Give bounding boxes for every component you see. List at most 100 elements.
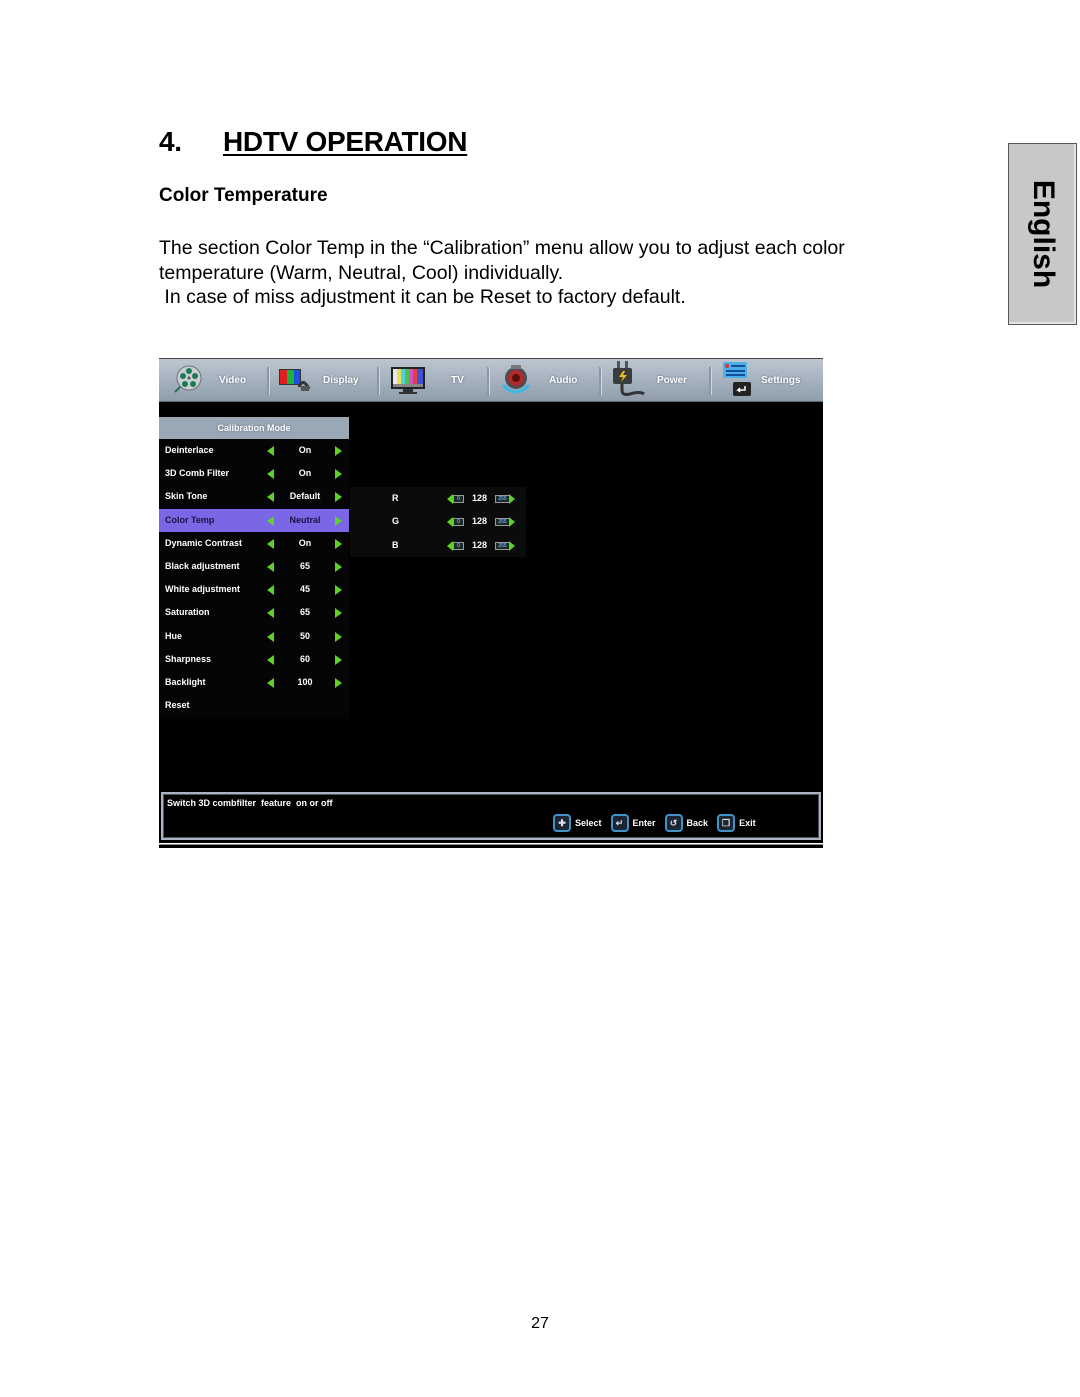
- paragraph-line: temperature (Warm, Neutral, Cool) indivi…: [159, 261, 564, 284]
- tab-label: Video: [219, 374, 247, 386]
- tab-label: Settings: [761, 374, 801, 386]
- gain-value: 128: [472, 516, 488, 527]
- tab-label: Display: [323, 374, 359, 386]
- arrow-left-icon[interactable]: [267, 654, 274, 665]
- arrow-left-icon[interactable]: [267, 492, 274, 503]
- menu-item-dynamic-contrast[interactable]: Dynamic Contrast On: [159, 532, 349, 555]
- rgb-gain-row-r[interactable]: R 0 128 255: [350, 487, 526, 510]
- channel-label: G: [392, 516, 400, 527]
- menu-item-label: Sharpness: [165, 653, 212, 664]
- gain-value: 128: [472, 493, 488, 503]
- screenshot-bottom-border: [159, 844, 823, 848]
- channel-label: B: [392, 539, 399, 550]
- min-value-icon: 0: [453, 541, 464, 550]
- rgb-gain-panel: R 0 128 255 G 0 128 255 B 0 128 255: [350, 487, 526, 557]
- tab-separator: [599, 367, 602, 395]
- rgb-gain-row-g[interactable]: G 0 128 255: [350, 510, 526, 533]
- arrow-left-icon[interactable]: [267, 446, 274, 456]
- arrow-right-icon[interactable]: [335, 677, 342, 688]
- arrow-right-icon[interactable]: [335, 492, 342, 503]
- key-label-enter: Enter: [632, 818, 656, 828]
- tab-display[interactable]: Display: [277, 359, 377, 401]
- menu-item-label: Deinterlace: [165, 445, 214, 455]
- arrow-left-icon[interactable]: [267, 608, 274, 619]
- menu-title: Calibration Mode: [159, 417, 349, 439]
- film-reel-icon: [174, 365, 202, 393]
- menu-item-label: Black adjustment: [165, 560, 240, 571]
- settings-list-icon: [723, 362, 751, 396]
- menu-item-reset[interactable]: Reset: [159, 694, 349, 717]
- increase-arrow-icon[interactable]: [509, 494, 515, 504]
- arrow-right-icon[interactable]: [335, 515, 342, 526]
- increase-arrow-icon[interactable]: [509, 540, 515, 551]
- menu-item-deinterlace[interactable]: Deinterlace On: [159, 439, 349, 462]
- language-tab: English: [1008, 143, 1077, 325]
- arrow-right-icon[interactable]: [335, 561, 342, 572]
- menu-item-value: On: [298, 537, 312, 548]
- paragraph-line: In case of miss adjustment it can be Res…: [159, 286, 686, 308]
- menu-item-skin-tone[interactable]: Skin Tone Default: [159, 485, 349, 508]
- menu-item-backlight[interactable]: Backlight 100: [159, 671, 349, 694]
- arrow-left-icon[interactable]: [267, 515, 274, 526]
- min-value-icon: 0: [453, 495, 464, 503]
- menu-item-white-adjustment[interactable]: White adjustment 45: [159, 578, 349, 601]
- arrow-left-icon[interactable]: [267, 561, 274, 572]
- menu-item-3d-comb-filter[interactable]: 3D Comb Filter On: [159, 462, 349, 485]
- menu-item-label: 3D Comb Filter: [165, 468, 230, 479]
- tab-video[interactable]: Video: [171, 359, 271, 401]
- tab-separator: [267, 367, 270, 395]
- menu-item-saturation[interactable]: Saturation 65: [159, 601, 349, 624]
- dpad-icon: ✚: [553, 814, 571, 832]
- arrow-left-icon[interactable]: [267, 677, 274, 688]
- arrow-right-icon[interactable]: [335, 585, 342, 596]
- paragraph-line: The section Color Temp in the “Calibrati…: [159, 237, 845, 259]
- menu-item-value: 60: [299, 653, 310, 664]
- tab-separator: [709, 367, 712, 395]
- menu-item-color-temp[interactable]: Color Temp Neutral: [159, 508, 349, 532]
- arrow-right-icon[interactable]: [335, 446, 342, 456]
- arrow-right-icon[interactable]: [335, 608, 342, 619]
- page-number: 27: [531, 1315, 549, 1332]
- help-bar: Switch 3D combfilter feature on or off ✚…: [161, 792, 821, 840]
- tab-label: TV: [451, 374, 464, 386]
- arrow-right-icon[interactable]: [335, 631, 342, 642]
- arrow-left-icon[interactable]: [267, 469, 274, 480]
- enter-key-icon: ↵: [610, 814, 629, 832]
- max-value-icon: 255: [495, 495, 510, 503]
- menu-item-black-adjustment[interactable]: Black adjustment 65: [159, 555, 349, 578]
- tab-tv[interactable]: TV: [387, 359, 487, 401]
- min-value-icon: 0: [453, 518, 464, 527]
- tab-settings[interactable]: Settings: [719, 359, 823, 401]
- chapter-number: 4.: [159, 126, 182, 157]
- body-text: The section Color Temp in the “Calibrati…: [159, 236, 939, 310]
- tab-power[interactable]: Power: [609, 359, 709, 401]
- help-text: Switch 3D combfilter feature on or off: [167, 798, 333, 808]
- increase-arrow-icon[interactable]: [509, 517, 515, 528]
- key-label-select: Select: [575, 818, 602, 828]
- arrow-right-icon[interactable]: [335, 538, 342, 549]
- exit-icon: ❐: [717, 814, 736, 832]
- tab-separator: [377, 367, 380, 395]
- osd-tab-bar: Video Display TV Audio Power Settings: [159, 359, 823, 402]
- tab-audio[interactable]: Audio: [497, 359, 597, 401]
- rgb-gain-row-b[interactable]: B 0 128 255: [350, 534, 526, 557]
- arrow-left-icon[interactable]: [267, 538, 274, 549]
- menu-item-label: Skin Tone: [165, 491, 208, 502]
- menu-item-value: 50: [299, 630, 310, 641]
- arrow-right-icon[interactable]: [335, 469, 342, 480]
- menu-item-label: White adjustment: [165, 584, 241, 595]
- tab-separator: [487, 367, 490, 395]
- channel-label: R: [392, 493, 399, 503]
- tab-label: Power: [657, 374, 688, 386]
- menu-item-hue[interactable]: Hue 50: [159, 625, 349, 648]
- power-plug-icon: [613, 361, 645, 396]
- arrow-left-icon[interactable]: [267, 631, 274, 642]
- calibration-menu: Calibration Mode Deinterlace On 3D Comb Fi…: [159, 417, 349, 719]
- key-legend: ✚ Select ↵ Enter ↺ Back ❐ Exit: [553, 814, 765, 832]
- menu-item-sharpness[interactable]: Sharpness 60: [159, 648, 349, 671]
- arrow-left-icon[interactable]: [267, 585, 274, 596]
- menu-item-value: 100: [297, 676, 313, 687]
- gain-value: 128: [472, 539, 488, 550]
- chapter-title: 4. HDTV OPERATION: [159, 126, 467, 158]
- arrow-right-icon[interactable]: [335, 654, 342, 665]
